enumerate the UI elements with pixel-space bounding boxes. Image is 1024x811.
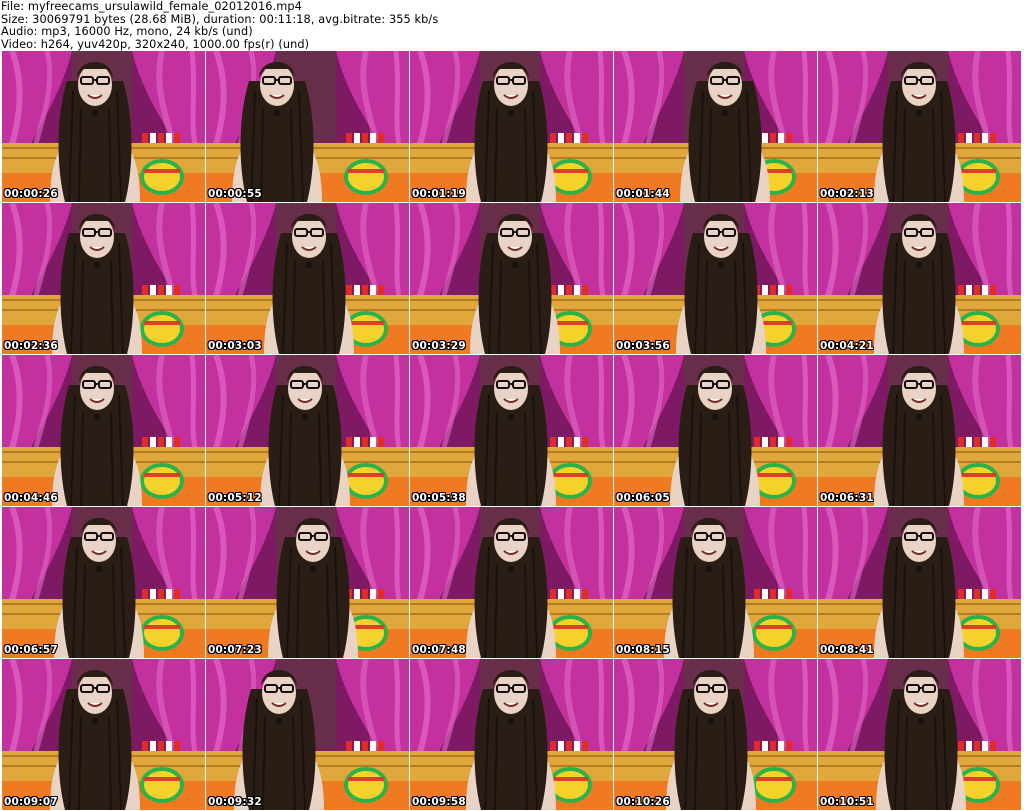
- thumbnail-timestamp: 00:02:36: [4, 340, 58, 352]
- thumbnail-timestamp: 00:03:29: [412, 340, 466, 352]
- video-thumbnail: 00:03:03: [206, 203, 409, 354]
- frame-image: [206, 507, 409, 658]
- frame-image: [818, 507, 1021, 658]
- frame-image: [410, 659, 613, 810]
- video-thumbnail: 00:10:51: [818, 659, 1021, 810]
- thumbnail-timestamp: 00:09:58: [412, 796, 466, 808]
- file-name-line: File: myfreecams_ursulawild_female_02012…: [1, 0, 302, 13]
- frame-image: [2, 507, 205, 658]
- video-info-line: Video: h264, yuv420p, 320x240, 1000.00 f…: [1, 37, 310, 51]
- thumbnail-timestamp: 00:02:13: [820, 188, 874, 200]
- video-thumbnail: 00:03:29: [410, 203, 613, 354]
- video-thumbnail: 00:01:19: [410, 51, 613, 202]
- video-thumbnail: 00:06:05: [614, 355, 817, 506]
- thumbnail-timestamp: 00:04:21: [820, 340, 874, 352]
- frame-image: [410, 355, 613, 506]
- frame-image: [410, 203, 613, 354]
- frame-image: [818, 51, 1021, 202]
- video-thumbnail: 00:07:23: [206, 507, 409, 658]
- frame-image: [818, 659, 1021, 810]
- thumbnail-timestamp: 00:09:07: [4, 796, 58, 808]
- video-thumbnail: 00:09:07: [2, 659, 205, 810]
- video-thumbnail: 00:06:57: [2, 507, 205, 658]
- frame-image: [2, 203, 205, 354]
- thumbnail-timestamp: 00:03:56: [616, 340, 670, 352]
- thumbnail-timestamp: 00:06:57: [4, 644, 58, 656]
- thumbnail-timestamp: 00:07:23: [208, 644, 262, 656]
- frame-image: [206, 51, 409, 202]
- video-thumbnail: 00:04:46: [2, 355, 205, 506]
- frame-image: [614, 659, 817, 810]
- video-thumbnail: 00:08:15: [614, 507, 817, 658]
- frame-image: [410, 51, 613, 202]
- thumbnail-grid: 00:00:26 00:00:55 00:01:19 00:01:44 00:02:13…: [2, 51, 1022, 811]
- video-thumbnail: 00:02:13: [818, 51, 1021, 202]
- thumbnail-timestamp: 00:04:46: [4, 492, 58, 504]
- video-thumbnail: 00:00:55: [206, 51, 409, 202]
- thumbnail-timestamp: 00:09:32: [208, 796, 262, 808]
- video-thumbnail: 00:08:41: [818, 507, 1021, 658]
- frame-image: [206, 203, 409, 354]
- video-thumbnail: 00:06:31: [818, 355, 1021, 506]
- video-thumbnail: 00:10:26: [614, 659, 817, 810]
- video-thumbnail: 00:05:38: [410, 355, 613, 506]
- thumbnail-timestamp: 00:06:31: [820, 492, 874, 504]
- thumbnail-timestamp: 00:10:26: [616, 796, 670, 808]
- frame-image: [2, 659, 205, 810]
- video-thumbnail: 00:04:21: [818, 203, 1021, 354]
- frame-image: [614, 51, 817, 202]
- video-thumbnail: 00:00:26: [2, 51, 205, 202]
- video-thumbnail: 00:09:58: [410, 659, 613, 810]
- video-thumbnail: 00:09:32: [206, 659, 409, 810]
- thumbnail-timestamp: 00:01:19: [412, 188, 466, 200]
- thumbnail-timestamp: 00:10:51: [820, 796, 874, 808]
- thumbnail-timestamp: 00:08:15: [616, 644, 670, 656]
- frame-image: [614, 203, 817, 354]
- frame-image: [2, 51, 205, 202]
- frame-image: [614, 355, 817, 506]
- frame-image: [818, 203, 1021, 354]
- audio-info-line: Audio: mp3, 16000 Hz, mono, 24 kb/s (und…: [1, 25, 253, 39]
- frame-image: [206, 659, 409, 810]
- frame-image: [818, 355, 1021, 506]
- video-thumbnail: 00:05:12: [206, 355, 409, 506]
- frame-image: [614, 507, 817, 658]
- frame-image: [2, 355, 205, 506]
- video-thumbnail: 00:03:56: [614, 203, 817, 354]
- thumbnail-timestamp: 00:05:38: [412, 492, 466, 504]
- video-thumbnail: 00:01:44: [614, 51, 817, 202]
- file-info-header: File: myfreecams_ursulawild_female_02012…: [0, 0, 1024, 53]
- thumbnail-timestamp: 00:01:44: [616, 188, 670, 200]
- thumbnail-timestamp: 00:08:41: [820, 644, 874, 656]
- thumbnail-timestamp: 00:05:12: [208, 492, 262, 504]
- thumbnail-timestamp: 00:00:55: [208, 188, 262, 200]
- frame-image: [410, 507, 613, 658]
- thumbnail-timestamp: 00:00:26: [4, 188, 58, 200]
- thumbnail-timestamp: 00:06:05: [616, 492, 670, 504]
- video-thumbnail: 00:02:36: [2, 203, 205, 354]
- frame-image: [206, 355, 409, 506]
- thumbnail-timestamp: 00:07:48: [412, 644, 466, 656]
- thumbnail-timestamp: 00:03:03: [208, 340, 262, 352]
- video-thumbnail: 00:07:48: [410, 507, 613, 658]
